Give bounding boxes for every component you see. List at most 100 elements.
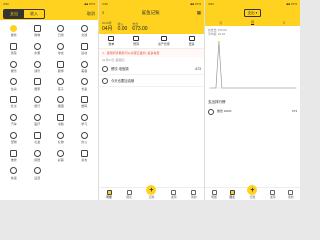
- data-point[interactable]: [224, 87, 226, 89]
- data-point[interactable]: [253, 87, 255, 89]
- tab-income[interactable]: 收入: [24, 10, 44, 18]
- tool-assets[interactable]: 资产管家: [158, 36, 170, 46]
- data-point[interactable]: [233, 87, 235, 89]
- category-item[interactable]: 维修: [2, 148, 26, 165]
- data-point[interactable]: [280, 87, 282, 89]
- cancel-button[interactable]: 取消: [87, 11, 95, 17]
- nav-detail[interactable]: 明细: [106, 189, 112, 199]
- data-point[interactable]: [295, 87, 297, 89]
- nav-label: 图表: [126, 194, 132, 199]
- category-item[interactable]: 汽车: [2, 112, 26, 129]
- study-icon: [80, 113, 88, 121]
- data-point[interactable]: [271, 87, 273, 89]
- tool-bill[interactable]: 账单: [108, 36, 114, 46]
- category-item[interactable]: 美容: [73, 59, 97, 76]
- nav-chart[interactable]: 图表: [126, 189, 132, 199]
- calendar-icon[interactable]: ▦: [197, 10, 201, 16]
- tab-expense[interactable]: 支出: [4, 9, 24, 18]
- category-item[interactable]: 数码: [73, 94, 97, 111]
- tool-budget[interactable]: 预算: [133, 36, 139, 46]
- category-item[interactable]: 运动: [73, 41, 97, 58]
- category-item[interactable]: 购物: [26, 23, 50, 40]
- category-item[interactable]: 宠物: [2, 130, 26, 147]
- category-item[interactable]: 餐饮: [2, 23, 26, 40]
- nav-add[interactable]: + 记账: [146, 185, 157, 199]
- data-point[interactable]: [292, 87, 294, 89]
- category-item[interactable]: 礼物: [49, 130, 73, 147]
- tab-year[interactable]: 年: [283, 21, 286, 25]
- category-item[interactable]: 社交: [2, 94, 26, 111]
- category-item[interactable]: 服饰: [49, 59, 73, 76]
- category-item[interactable]: 日用: [49, 23, 73, 40]
- data-point[interactable]: [217, 40, 220, 43]
- data-point[interactable]: [251, 87, 253, 89]
- record-row[interactable]: 餐饮-电饭锅 -673: [99, 63, 204, 75]
- search-icon[interactable]: ⌕: [102, 10, 105, 15]
- type-dropdown[interactable]: 支出 ▾: [243, 9, 262, 17]
- tab-week[interactable]: 周: [219, 21, 222, 25]
- category-item[interactable]: 烟酒: [49, 94, 73, 111]
- data-point[interactable]: [259, 87, 261, 89]
- data-point[interactable]: [283, 87, 285, 89]
- data-point[interactable]: [286, 87, 288, 89]
- record-label: 餐饮-电饭锅: [111, 67, 129, 71]
- category-item[interactable]: 住房: [2, 76, 26, 93]
- ranking-row[interactable]: 餐饮 100% 673: [205, 108, 300, 116]
- data-point[interactable]: [221, 87, 223, 89]
- category-item[interactable]: 交通: [73, 23, 97, 40]
- nav-profile[interactable]: 我的: [191, 189, 197, 199]
- category-item[interactable]: 办公: [73, 130, 97, 147]
- category-item[interactable]: 长辈: [73, 76, 97, 93]
- nav-profile[interactable]: 我的: [288, 189, 294, 199]
- category-label: 医疗: [34, 122, 41, 127]
- data-point[interactable]: [236, 87, 238, 89]
- data-point[interactable]: [289, 87, 291, 89]
- category-item[interactable]: 设置: [26, 165, 50, 182]
- data-point[interactable]: [239, 87, 241, 89]
- data-point[interactable]: [277, 87, 279, 89]
- nav-discover[interactable]: 发现: [270, 189, 276, 199]
- sync-notice[interactable]: ⚠ 使用同步服务可以享受云备份, 最多免费: [99, 49, 204, 57]
- category-item[interactable]: 学习: [73, 112, 97, 129]
- month-picker[interactable]: 2019年 04月: [102, 21, 113, 32]
- data-point[interactable]: [274, 87, 276, 89]
- nav-chart[interactable]: 图表: [229, 189, 235, 199]
- data-point[interactable]: [230, 87, 232, 89]
- nav-add[interactable]: + 记账: [247, 185, 258, 199]
- category-item[interactable]: 水果: [26, 41, 50, 58]
- category-item[interactable]: 通讯: [26, 59, 50, 76]
- category-item[interactable]: 娱乐: [2, 59, 26, 76]
- category-item[interactable]: 孩子: [49, 76, 73, 93]
- app-title: 鲨鱼记账: [141, 9, 160, 15]
- utensils-icon: [208, 109, 214, 115]
- tab-month[interactable]: 月: [250, 20, 254, 25]
- nav-detail[interactable]: 明细: [211, 189, 217, 199]
- category-item[interactable]: 零食: [49, 41, 73, 58]
- category-item[interactable]: 亲友: [73, 148, 97, 165]
- category-item[interactable]: 医疗: [26, 112, 50, 129]
- nav-discover[interactable]: 发现: [171, 189, 177, 199]
- data-point[interactable]: [242, 87, 244, 89]
- data-point[interactable]: [209, 87, 211, 89]
- data-point[interactable]: [256, 87, 258, 89]
- data-point[interactable]: [262, 87, 264, 89]
- category-item[interactable]: 书籍: [49, 112, 73, 129]
- data-point[interactable]: [227, 87, 229, 89]
- category-item[interactable]: 居家: [26, 76, 50, 93]
- nav-label: 记账: [249, 195, 256, 199]
- fruit-icon: [33, 42, 41, 50]
- data-point[interactable]: [248, 87, 250, 89]
- category-item[interactable]: 旅行: [26, 94, 50, 111]
- category-item[interactable]: 快递: [2, 165, 26, 182]
- category-item[interactable]: 捐赠: [26, 148, 50, 165]
- data-point[interactable]: [245, 87, 247, 89]
- data-point[interactable]: [212, 87, 214, 89]
- data-point[interactable]: [215, 87, 217, 89]
- tool-more[interactable]: 更多: [188, 36, 195, 46]
- category-item[interactable]: 彩票: [49, 148, 73, 165]
- data-point[interactable]: [268, 87, 270, 89]
- record-row[interactable]: 今天也要加油哦: [99, 75, 204, 87]
- category-item[interactable]: 蔬菜: [2, 41, 26, 58]
- data-point[interactable]: [265, 87, 267, 89]
- category-item[interactable]: 礼金: [26, 130, 50, 147]
